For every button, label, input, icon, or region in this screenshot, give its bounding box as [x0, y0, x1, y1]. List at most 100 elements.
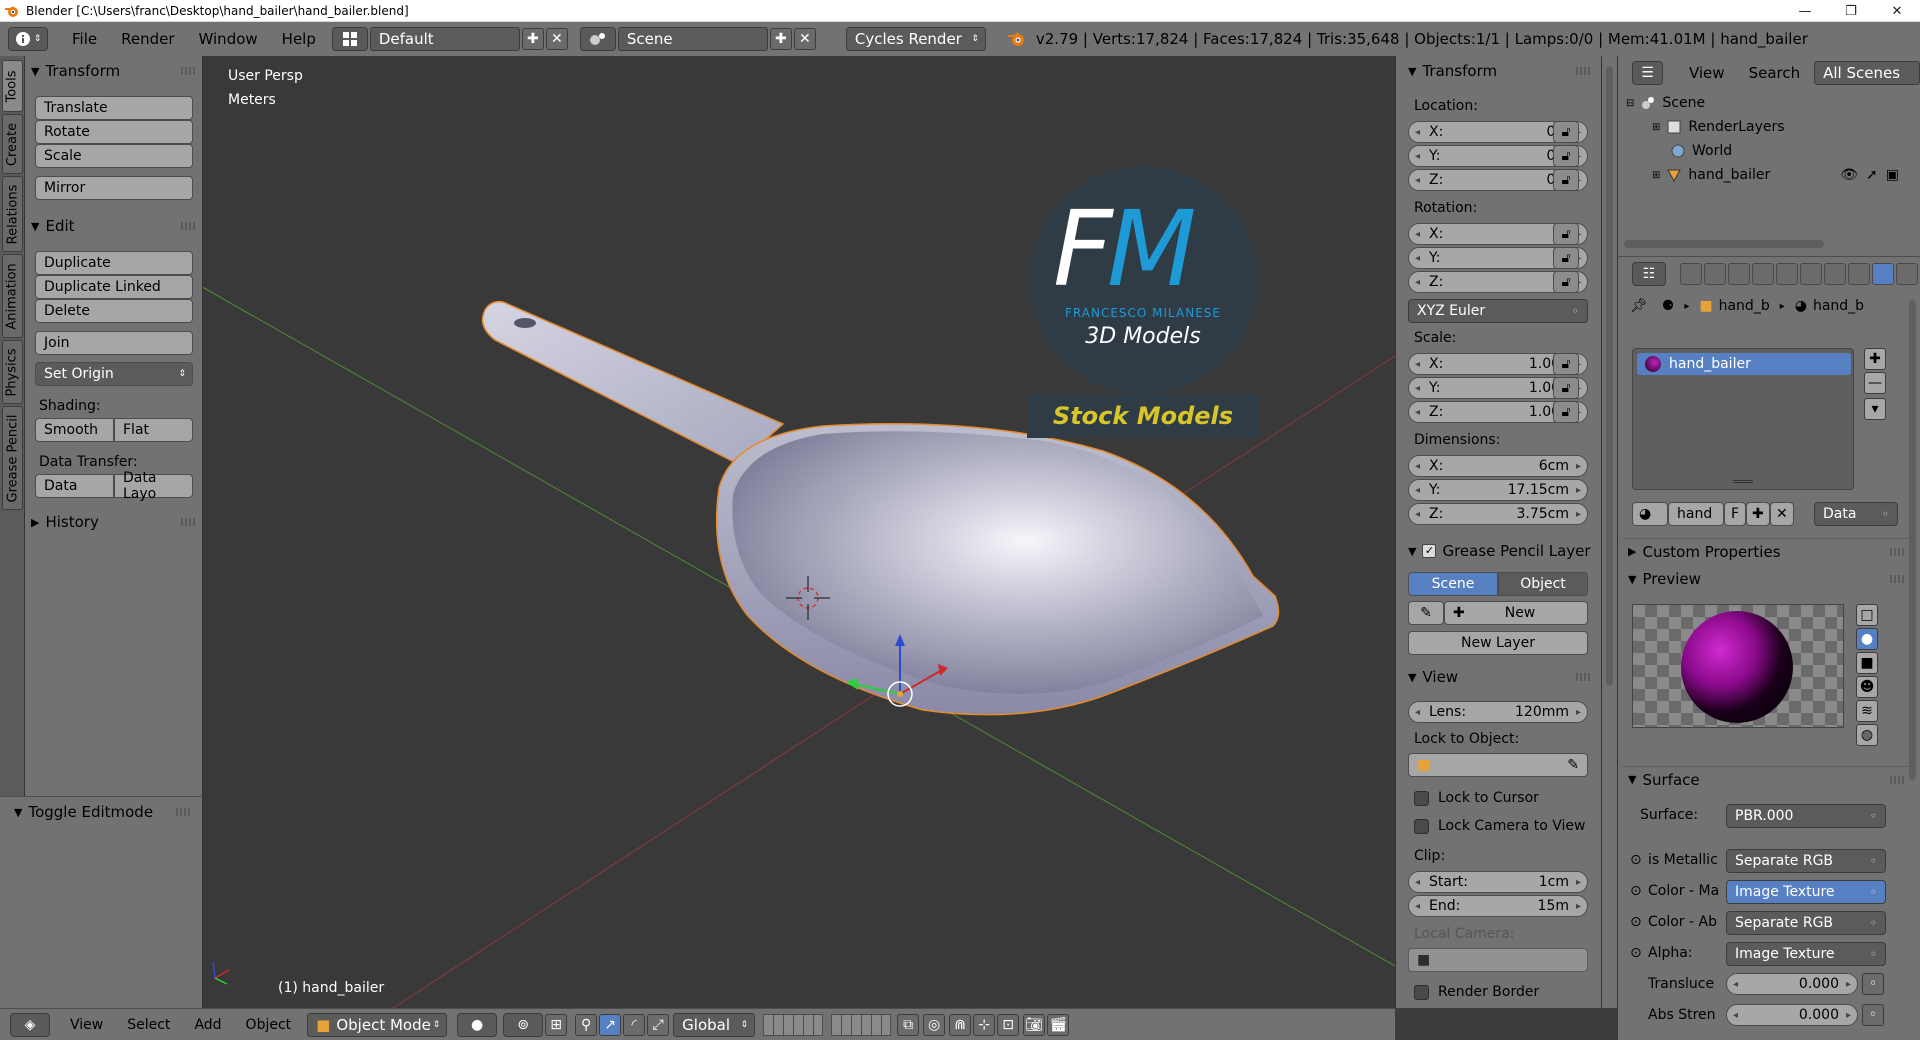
world-tab-icon[interactable]	[1752, 263, 1774, 285]
snap-element-icon[interactable]: ⊹	[973, 1013, 996, 1036]
snap-magnet-icon[interactable]: ⋒	[949, 1013, 972, 1036]
scene-browse-button[interactable]	[579, 27, 616, 51]
duplicate-linked-button[interactable]: Duplicate Linked	[35, 275, 193, 299]
material-browse-icon[interactable]: ◕	[1632, 502, 1668, 526]
menu-window[interactable]: Window	[187, 30, 270, 48]
layers-grid-2[interactable]	[831, 1013, 892, 1036]
opengl-animation-icon[interactable]: 🎬︎	[1047, 1013, 1070, 1036]
delete-scene-icon[interactable]: ✕	[793, 28, 816, 50]
outliner-search-menu[interactable]: Search	[1737, 64, 1813, 82]
drag-grip-icon[interactable]	[1890, 575, 1904, 583]
join-button[interactable]: Join	[35, 331, 193, 355]
object-menu[interactable]: Object	[234, 1017, 304, 1033]
mirror-button[interactable]: Mirror	[35, 176, 193, 200]
tab-relations[interactable]: Relations	[2, 176, 23, 252]
add-material-slot-icon[interactable]: ✚	[1864, 348, 1886, 370]
expand-icon[interactable]: ⊞	[1652, 170, 1660, 181]
render-tab-icon[interactable]	[1680, 263, 1702, 285]
scene-field[interactable]: Scene	[617, 27, 768, 51]
new-material-icon[interactable]: ✚	[1746, 502, 1770, 526]
surface-header[interactable]: ▼ Surface	[1622, 766, 1912, 792]
layers-grid-1[interactable]	[763, 1013, 824, 1036]
cursor-select-icon[interactable]: ➚	[1866, 167, 1878, 183]
scene-tab-icon[interactable]	[1728, 263, 1750, 285]
translucence-field[interactable]: 0.000	[1726, 973, 1858, 995]
expand-icon[interactable]: ⊞	[1652, 122, 1660, 133]
outliner-editor-type-button[interactable]: ☰	[1632, 61, 1663, 85]
sidebar-scrollbar[interactable]	[1601, 56, 1617, 1008]
lock-scale-y-icon[interactable]: 🔓︎	[1553, 377, 1579, 399]
input-2-socket-icon[interactable]: ⊙	[1630, 914, 1642, 930]
add-screen-icon[interactable]: ✚	[521, 28, 544, 50]
abs-strength-field[interactable]: 0.000	[1726, 1004, 1858, 1026]
lens-field[interactable]: Lens:120mm	[1408, 701, 1588, 723]
menu-help[interactable]: Help	[270, 30, 328, 48]
minimize-button[interactable]: —	[1782, 0, 1828, 22]
preview-sky-icon[interactable]: ◍	[1856, 724, 1878, 746]
view-menu[interactable]: View	[58, 1017, 115, 1033]
surface-shader-dropdown[interactable]: PBR.000	[1726, 804, 1886, 828]
collapse-icon[interactable]: ⊟	[1626, 98, 1634, 109]
drag-grip-icon[interactable]	[1576, 67, 1590, 75]
outliner-view-menu[interactable]: View	[1677, 64, 1737, 82]
object-tab-icon[interactable]	[1776, 263, 1798, 285]
unlink-material-icon[interactable]: ✕	[1770, 502, 1794, 526]
dimensions-y-field[interactable]: Y:17.15cm	[1408, 479, 1588, 501]
outliner-item-renderlayers[interactable]: ⊞ RenderLayers	[1652, 116, 1785, 138]
outliner-display-mode-dropdown[interactable]: All Scenes	[1814, 61, 1920, 85]
eye-icon[interactable]: 👁︎	[1840, 167, 1858, 183]
transform-panel-header[interactable]: ▼ Transform	[25, 58, 203, 84]
lock-scale-z-icon[interactable]: 🔓︎	[1553, 401, 1579, 423]
lock-location-y-icon[interactable]: 🔓︎	[1553, 145, 1579, 167]
lock-location-z-icon[interactable]: 🔓︎	[1553, 169, 1579, 191]
material-slot-list[interactable]: hand_bailer	[1632, 348, 1854, 490]
input-0-socket-icon[interactable]: ⊙	[1630, 852, 1642, 868]
properties-scrollbar[interactable]	[1909, 300, 1916, 780]
outliner-item-world[interactable]: World	[1670, 140, 1732, 162]
toggle-editmode-header[interactable]: ▼ Toggle Editmode	[8, 799, 198, 825]
preview-hair-icon[interactable]: ≋	[1856, 700, 1878, 722]
lock-to-cursor-checkbox[interactable]	[1414, 791, 1429, 806]
custom-properties-header[interactable]: ▶ Custom Properties	[1622, 538, 1912, 564]
translate-manipulator-icon[interactable]: ↗	[599, 1013, 622, 1036]
render-camera-icon[interactable]: ▣	[1886, 167, 1899, 183]
preview-header[interactable]: ▼ Preview	[1622, 566, 1912, 592]
lock-object-field[interactable]: ■ ✎	[1408, 753, 1588, 777]
data-tab-icon[interactable]	[1848, 263, 1870, 285]
fake-user-button[interactable]: F	[1724, 502, 1746, 526]
constraints-tab-icon[interactable]	[1800, 263, 1822, 285]
drag-grip-icon[interactable]	[176, 808, 190, 816]
n-transform-header[interactable]: ▼ Transform	[1402, 58, 1598, 84]
checkbox-checked-icon[interactable]: ✓	[1422, 544, 1437, 558]
menu-file[interactable]: File	[60, 30, 109, 48]
translate-button[interactable]: Translate	[35, 96, 193, 120]
drag-grip-icon[interactable]	[181, 222, 195, 230]
tab-create[interactable]: Create	[2, 114, 23, 174]
rotation-mode-dropdown[interactable]: XYZ Euler	[1408, 299, 1588, 323]
tab-physics[interactable]: Physics	[2, 340, 23, 404]
delete-screen-icon[interactable]: ✕	[545, 28, 568, 50]
proportional-edit-icon[interactable]: ◎	[923, 1013, 946, 1036]
render-border-checkbox[interactable]	[1414, 985, 1429, 1000]
pencil-icon[interactable]: ✎	[1408, 601, 1444, 625]
set-origin-dropdown[interactable]: Set Origin ⇕	[35, 362, 193, 386]
viewport-shading-button[interactable]: ●	[457, 1012, 498, 1037]
pin-icon[interactable]: 📌︎	[1630, 298, 1648, 314]
delete-button[interactable]: Delete	[35, 299, 193, 323]
input-2-dropdown[interactable]: Separate RGB	[1726, 911, 1886, 935]
material-slot-row[interactable]: hand_bailer	[1637, 353, 1851, 375]
material-link-dropdown[interactable]: Data	[1814, 502, 1898, 526]
remove-material-slot-icon[interactable]: —	[1864, 372, 1886, 394]
transform-orientation-dropdown[interactable]: Global ⇕	[673, 1012, 756, 1037]
input-3-socket-icon[interactable]: ⊙	[1630, 945, 1642, 961]
preview-cube-icon[interactable]: ■	[1856, 652, 1878, 674]
render-engine-dropdown[interactable]: Cycles Render ⇕	[845, 27, 986, 51]
lock-camera-checkbox[interactable]	[1414, 819, 1429, 834]
rotate-manipulator-icon[interactable]: ◜	[623, 1013, 646, 1036]
gp-scene-toggle[interactable]: Scene	[1408, 572, 1498, 596]
outliner-item-scene[interactable]: ⊟ Scene	[1626, 92, 1705, 114]
material-specials-icon[interactable]: ▾	[1864, 398, 1886, 420]
render-layers-tab-icon[interactable]	[1704, 263, 1726, 285]
data-transfer-button[interactable]: Data	[35, 474, 114, 498]
clip-end-field[interactable]: End:15m	[1408, 895, 1588, 917]
